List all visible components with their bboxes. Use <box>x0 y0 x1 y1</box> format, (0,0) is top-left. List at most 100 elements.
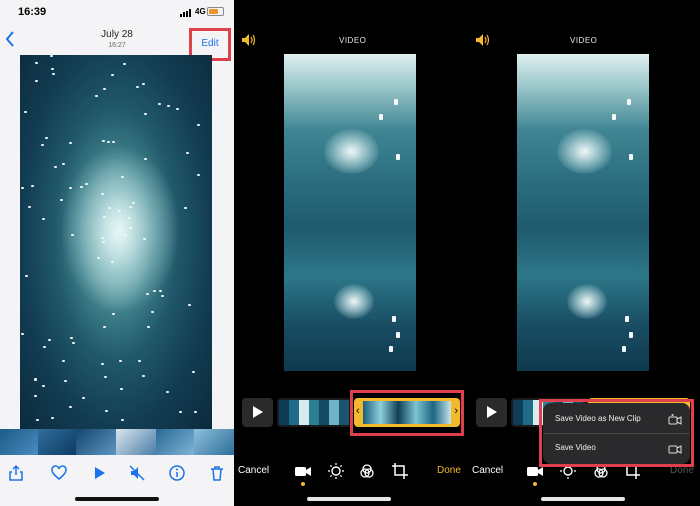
bird-mark <box>54 166 57 168</box>
bird-mark <box>166 391 169 393</box>
filmstrip-thumb[interactable] <box>156 429 194 455</box>
active-tool-dot <box>533 482 537 486</box>
cancel-button[interactable]: Cancel <box>472 465 503 476</box>
bird-mark <box>103 326 106 328</box>
filmstrip-thumb[interactable] <box>116 429 156 455</box>
splash-highlight <box>60 145 180 315</box>
bird-mark <box>147 326 150 328</box>
bird-mark <box>161 295 164 297</box>
bird-mark <box>142 83 145 85</box>
bird-mark <box>124 234 127 236</box>
bird-mark <box>132 202 135 204</box>
network-type: 4G <box>195 7 206 16</box>
cancel-button[interactable]: Cancel <box>238 465 269 476</box>
viewer-toolbar <box>0 462 234 486</box>
bird-mark <box>112 313 115 315</box>
bird-mark <box>179 411 182 413</box>
crop-icon[interactable] <box>391 462 409 480</box>
bird-mark <box>394 99 398 105</box>
adjust-icon[interactable] <box>327 462 345 480</box>
done-button[interactable]: Done <box>437 465 461 476</box>
bird-mark <box>121 419 124 421</box>
bird-mark <box>622 346 626 352</box>
bird-mark <box>101 363 104 365</box>
photos-viewer-panel: 16:39 4G July 28 16:27 Edit <box>0 0 234 506</box>
bird-mark <box>142 375 145 377</box>
timeline-thumbnails <box>279 400 351 425</box>
bird-mark <box>159 290 162 292</box>
bird-mark <box>120 388 123 390</box>
bird-mark <box>186 152 189 154</box>
bird-mark <box>41 144 44 146</box>
bird-mark <box>102 241 105 243</box>
bird-mark <box>69 406 72 408</box>
bird-mark <box>144 113 147 115</box>
bird-mark <box>34 395 37 397</box>
home-indicator <box>307 497 391 501</box>
home-indicator <box>541 497 625 501</box>
share-icon[interactable] <box>8 464 26 482</box>
photo-filmstrip[interactable] <box>0 429 234 455</box>
status-time: 16:39 <box>18 6 47 18</box>
bird-mark <box>21 187 24 189</box>
splash-highlight <box>334 284 374 319</box>
play-icon[interactable] <box>90 464 108 482</box>
play-button[interactable] <box>242 398 273 427</box>
bird-mark <box>627 99 631 105</box>
bird-mark <box>62 163 65 165</box>
video-frame <box>284 54 416 371</box>
bird-mark <box>612 114 616 120</box>
highlight-box-save-menu <box>539 399 694 467</box>
bird-mark <box>151 311 154 313</box>
filters-icon[interactable] <box>358 462 376 480</box>
home-indicator <box>75 497 159 501</box>
screenshot-collage: 16:39 4G July 28 16:27 Edit VIDEO ‹ › Ca… <box>0 0 700 506</box>
bird-mark <box>70 337 73 339</box>
heart-icon[interactable] <box>50 464 68 482</box>
bird-mark <box>111 261 114 263</box>
bird-mark <box>42 385 45 387</box>
filmstrip-thumb[interactable] <box>38 429 76 455</box>
filmstrip-thumb[interactable] <box>0 429 38 455</box>
bird-mark <box>625 316 629 322</box>
info-icon[interactable] <box>168 464 186 482</box>
bird-mark <box>104 376 107 378</box>
bird-mark <box>62 360 65 362</box>
bird-mark <box>197 124 200 126</box>
bird-mark <box>392 316 396 322</box>
bird-mark <box>24 111 27 113</box>
play-button[interactable] <box>476 398 507 427</box>
signal-icon <box>180 9 194 17</box>
bird-mark <box>167 105 170 107</box>
trash-icon[interactable] <box>208 464 226 482</box>
filmstrip-thumb[interactable] <box>76 429 116 455</box>
bird-mark <box>35 62 38 64</box>
bird-mark <box>28 206 31 208</box>
bird-mark <box>85 183 88 185</box>
bird-mark <box>35 80 38 82</box>
splash-highlight <box>324 129 379 174</box>
bird-mark <box>629 332 633 338</box>
filmstrip-thumb[interactable] <box>194 429 234 455</box>
bird-mark <box>188 304 191 306</box>
bird-mark <box>31 185 34 187</box>
bird-mark <box>123 63 126 65</box>
bird-mark <box>102 140 105 142</box>
speaker-icon[interactable] <box>241 33 257 47</box>
bird-mark <box>128 217 131 219</box>
video-tool-icon[interactable] <box>294 462 312 480</box>
speaker-icon[interactable] <box>475 33 491 47</box>
bird-mark <box>97 257 100 259</box>
battery-icon <box>207 7 224 16</box>
bird-mark <box>129 227 132 229</box>
bird-mark <box>51 417 54 419</box>
bird-mark <box>121 176 124 178</box>
bird-mark <box>138 360 141 362</box>
splash-highlight <box>557 129 612 174</box>
bird-mark <box>158 103 161 105</box>
bird-mark <box>34 379 37 381</box>
bird-mark <box>105 410 108 412</box>
mute-icon[interactable] <box>128 464 146 482</box>
bird-mark <box>71 234 74 236</box>
bird-mark <box>136 86 139 88</box>
